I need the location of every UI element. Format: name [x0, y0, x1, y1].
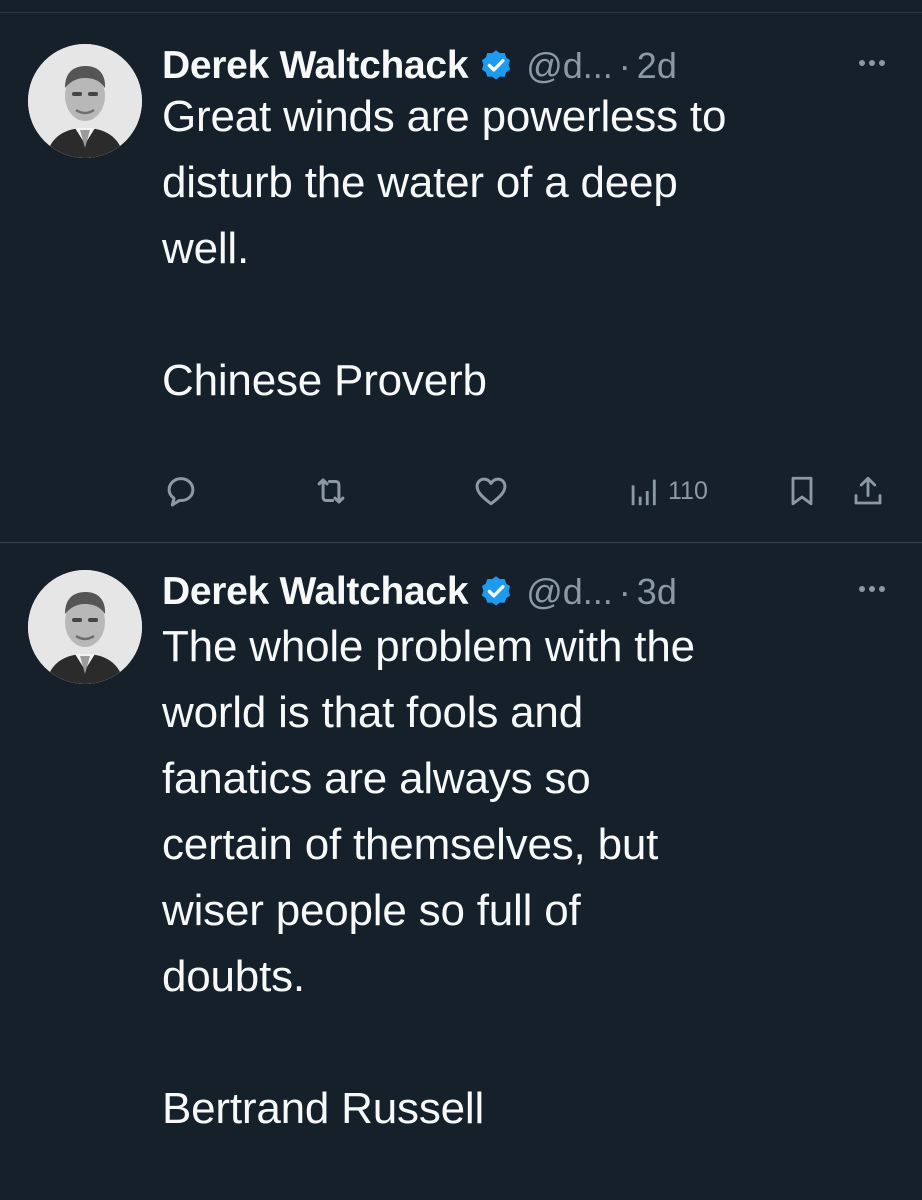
- separator-dot: ·: [618, 45, 631, 86]
- separator-dot: ·: [618, 571, 631, 612]
- verified-badge-icon: [478, 48, 514, 84]
- views-count: 110: [668, 476, 708, 505]
- tweet-feed: Derek Waltchack @d... · 2d Great winds a…: [0, 0, 922, 1200]
- more-options-icon[interactable]: [852, 574, 892, 604]
- user-handle[interactable]: @d...: [526, 45, 613, 87]
- top-divider: [0, 0, 922, 13]
- reply-icon: [167, 477, 195, 507]
- avatar[interactable]: [28, 570, 142, 684]
- timestamp[interactable]: 2d: [637, 45, 677, 87]
- retweet-button[interactable]: [312, 469, 350, 513]
- tweet-actions: 110: [162, 469, 898, 513]
- more-options-icon[interactable]: [852, 48, 892, 78]
- tweet-text: The whole problem with the world is that…: [162, 622, 695, 1133]
- tweet[interactable]: Derek Waltchack @d... · 2d Great winds a…: [0, 14, 922, 543]
- share-button[interactable]: [850, 469, 886, 513]
- views-button[interactable]: 110: [628, 469, 708, 513]
- tweet-text: Great winds are powerless to disturb the…: [162, 92, 727, 405]
- user-handle[interactable]: @d...: [526, 571, 613, 613]
- tweet-header: Derek Waltchack @d... · 2d: [162, 42, 892, 90]
- verified-badge-icon: [478, 574, 514, 610]
- retweet-icon: [317, 478, 345, 504]
- heart-icon: [475, 477, 507, 506]
- like-button[interactable]: [472, 469, 510, 513]
- tweet-header: Derek Waltchack @d... · 3d: [162, 568, 892, 616]
- timestamp[interactable]: 3d: [637, 571, 677, 613]
- reply-button[interactable]: [162, 469, 200, 513]
- avatar[interactable]: [28, 44, 142, 158]
- profile-photo-icon: [28, 44, 142, 158]
- bookmark-button[interactable]: [784, 469, 820, 513]
- display-name[interactable]: Derek Waltchack: [162, 44, 469, 88]
- profile-photo-icon: [28, 570, 142, 684]
- display-name[interactable]: Derek Waltchack: [162, 570, 469, 614]
- views-chart-icon: [631, 479, 656, 506]
- bookmark-icon: [791, 476, 813, 506]
- share-icon: [854, 476, 882, 505]
- tweet[interactable]: Derek Waltchack @d... · 3d The whole pro…: [0, 544, 922, 1200]
